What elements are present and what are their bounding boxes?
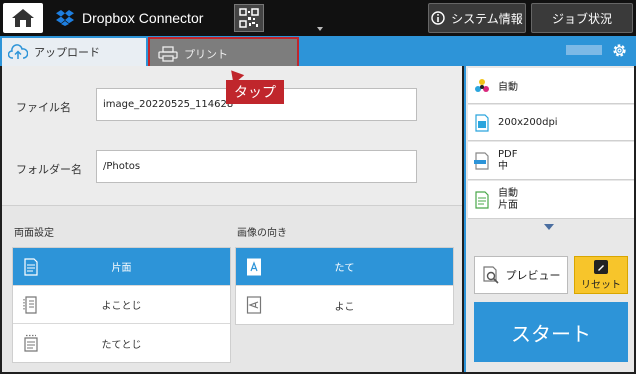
- file-format-value: PDF: [498, 148, 518, 160]
- resolution-setting[interactable]: 200x200dpi: [468, 105, 634, 141]
- app-window: Dropbox Connector システム情報 ジョブ状況 アップロード プリ…: [0, 0, 636, 374]
- job-status-button[interactable]: ジョブ状況: [531, 3, 633, 33]
- job-status-label: ジョブ状況: [551, 11, 612, 26]
- preview-icon: [482, 266, 499, 284]
- color-mode-value: 自動: [498, 82, 518, 93]
- color-icon: [475, 78, 489, 92]
- system-info-button[interactable]: システム情報: [428, 3, 526, 33]
- file-format-setting[interactable]: PDF 中: [468, 142, 634, 180]
- sides-mode-value: 自動: [498, 187, 518, 199]
- info-icon: [431, 11, 445, 25]
- preview-label: プレビュー: [505, 269, 561, 282]
- chevron-down-icon[interactable]: [317, 27, 323, 31]
- tab-upload-label: アップロード: [34, 46, 100, 59]
- duplex-option-single[interactable]: 片面: [13, 248, 230, 286]
- top-bar: Dropbox Connector システム情報 ジョブ状況: [0, 0, 636, 36]
- orientation-option-label: たて: [334, 263, 355, 274]
- resolution-value: 200x200dpi: [498, 117, 558, 128]
- preview-button[interactable]: プレビュー: [474, 256, 568, 294]
- orientation-option-label: よこ: [334, 301, 355, 313]
- sides-value: 片面: [498, 199, 518, 211]
- qr-code-button[interactable]: [234, 4, 264, 32]
- long-edge-binding-icon: [23, 296, 37, 314]
- single-sided-icon: [24, 258, 38, 276]
- orientation-title: 画像の向き: [237, 228, 287, 239]
- compression-value: 中: [498, 160, 508, 172]
- folder-label: フォルダー名: [16, 163, 82, 176]
- gear-icon[interactable]: [611, 42, 628, 59]
- sides-setting[interactable]: 自動 片面: [468, 181, 634, 219]
- duplex-title: 両面設定: [14, 228, 54, 239]
- orientation-option-landscape[interactable]: よこ: [236, 286, 453, 324]
- reset-button[interactable]: リセット: [574, 256, 628, 294]
- dropbox-icon: [56, 10, 74, 26]
- pen-icon: [594, 259, 608, 274]
- main-panel: ファイル名 image_20220525_114628 フォルダー名 /Phot…: [2, 66, 462, 372]
- home-icon: [12, 9, 34, 27]
- app-title-area: Dropbox Connector: [56, 0, 203, 36]
- orientation-option-portrait[interactable]: たて: [236, 248, 453, 286]
- folder-input[interactable]: /Photos: [96, 150, 417, 183]
- resolution-icon: [475, 113, 489, 132]
- more-settings-chevron-icon[interactable]: [544, 224, 554, 230]
- orientation-options: たて よこ: [235, 247, 454, 325]
- pdf-icon: [474, 151, 489, 170]
- filename-label: ファイル名: [16, 101, 71, 114]
- start-button[interactable]: スタート: [474, 302, 628, 362]
- short-edge-binding-icon: [24, 334, 38, 352]
- sides-values: 自動 片面: [498, 188, 518, 212]
- reset-label: リセット: [581, 279, 621, 291]
- duplex-option-label: 片面: [111, 263, 132, 274]
- settings-panel: 自動 200x200dpi PDF 中 自動 片面 プレビュー リセット スター…: [464, 66, 634, 372]
- app-title: Dropbox Connector: [82, 10, 204, 26]
- home-button[interactable]: [3, 3, 43, 33]
- duplex-option-short-edge[interactable]: たてとじ: [13, 324, 230, 362]
- cloud-upload-icon: [8, 44, 28, 59]
- duplex-option-long-edge[interactable]: よことじ: [13, 286, 230, 324]
- printer-icon: [158, 45, 178, 62]
- start-label: スタート: [511, 321, 591, 346]
- landscape-icon: [246, 296, 262, 314]
- system-info-label: システム情報: [451, 11, 523, 26]
- color-mode-setting[interactable]: 自動: [468, 68, 634, 104]
- duplex-option-label: よことじ: [101, 301, 142, 312]
- duplex-option-label: たてとじ: [101, 339, 142, 351]
- document-icon: [475, 190, 489, 209]
- file-format-values: PDF 中: [498, 149, 517, 173]
- user-name-redacted: [566, 45, 602, 55]
- qr-code-icon: [239, 8, 259, 28]
- tab-print-label: プリント: [184, 47, 228, 61]
- portrait-icon: [247, 258, 261, 276]
- tap-callout: タップ: [226, 80, 284, 104]
- duplex-options: 片面 よことじ たてとじ: [12, 247, 231, 363]
- tab-upload[interactable]: アップロード: [2, 38, 146, 66]
